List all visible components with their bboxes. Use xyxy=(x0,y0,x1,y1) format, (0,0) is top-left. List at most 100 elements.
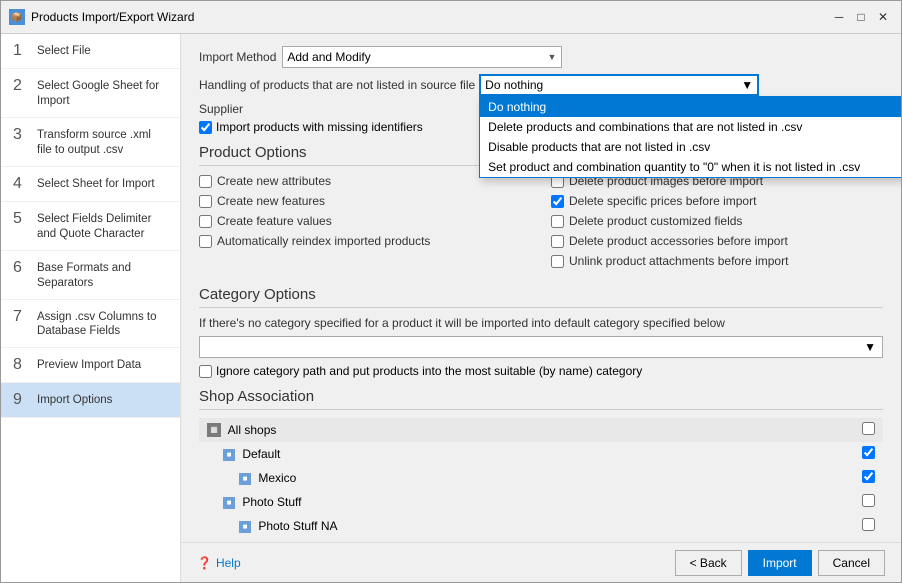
sidebar-item-4[interactable]: 4 Select Sheet for Import xyxy=(1,167,180,202)
shop-row-photo-stuff: ■ Photo Stuff xyxy=(199,490,883,514)
import-method-dropdown-wrap: Add and Modify Add only Modify only xyxy=(282,46,562,68)
unlink-attachments-label: Unlink product attachments before import xyxy=(569,254,788,268)
category-dropdown[interactable]: ▼ xyxy=(199,336,883,358)
option-delete-prices: Delete specific prices before import xyxy=(551,194,883,208)
supplier-label: Supplier xyxy=(199,102,243,116)
create-feature-values-checkbox[interactable] xyxy=(199,215,212,228)
sidebar-num-5: 5 xyxy=(13,210,29,228)
sidebar-label-9: Import Options xyxy=(37,391,112,408)
ignore-category-checkbox[interactable] xyxy=(199,365,212,378)
dropdown-item-delete-combos[interactable]: Delete products and combinations that ar… xyxy=(480,117,901,137)
import-method-select[interactable]: Add and Modify Add only Modify only xyxy=(282,46,562,68)
shop-row-mexico: ■ Mexico xyxy=(199,466,883,490)
shop-table: ▦ All shops ■ Default xyxy=(199,418,883,538)
handling-dropdown-display[interactable]: Do nothing ▼ xyxy=(479,74,759,96)
close-button[interactable]: ✕ xyxy=(873,7,893,27)
handling-value: Do nothing xyxy=(485,78,543,92)
delete-accessories-checkbox[interactable] xyxy=(551,235,564,248)
handling-dropdown-arrow: ▼ xyxy=(741,78,753,92)
product-options-right: Delete product images before import Dele… xyxy=(551,174,883,274)
photo-stuff-na-checkbox[interactable] xyxy=(862,518,875,531)
sidebar-item-6[interactable]: 6Base Formats and Separators xyxy=(1,251,180,300)
shop-all-checkbox-cell xyxy=(853,418,883,442)
shop-row-photo-stuff-na: ■ Photo Stuff NA xyxy=(199,514,883,538)
help-label: Help xyxy=(216,556,241,570)
back-button[interactable]: < Back xyxy=(675,550,742,576)
all-shops-icon: ▦ xyxy=(207,423,221,437)
sidebar-item-8[interactable]: 8 Preview Import Data xyxy=(1,348,180,383)
handling-label: Handling of products that are not listed… xyxy=(199,78,475,92)
option-unlink-attachments: Unlink product attachments before import xyxy=(551,254,883,268)
default-shop-checkbox[interactable] xyxy=(862,446,875,459)
sidebar-label-2: Select Google Sheet for Import xyxy=(37,77,168,109)
help-icon: ❓ xyxy=(197,556,212,570)
import-missing-label: Import products with missing identifiers xyxy=(216,120,423,134)
import-method-row: Import Method Add and Modify Add only Mo… xyxy=(199,46,883,68)
sidebar-label-5: Select Fields Delimiter and Quote Charac… xyxy=(37,210,168,242)
handling-dropdown-list: Do nothing Delete products and combinati… xyxy=(479,96,901,178)
help-link[interactable]: ❓ Help xyxy=(197,556,241,570)
cancel-button[interactable]: Cancel xyxy=(818,550,885,576)
sidebar-item-9[interactable]: 9 Import Options xyxy=(1,383,180,418)
sidebar-item-3[interactable]: 3Transform source .xml file to output .c… xyxy=(1,118,180,167)
shop-default-name: ■ Default xyxy=(199,442,853,466)
sidebar-num-3: 3 xyxy=(13,126,29,144)
sidebar-num-2: 2 xyxy=(13,77,29,95)
create-features-checkbox[interactable] xyxy=(199,195,212,208)
category-description: If there's no category specified for a p… xyxy=(199,316,883,330)
dropdown-item-do-nothing[interactable]: Do nothing xyxy=(480,97,901,117)
shop-photo-na-checkbox-cell xyxy=(853,514,883,538)
reindex-checkbox[interactable] xyxy=(199,235,212,248)
import-missing-checkbox[interactable] xyxy=(199,121,212,134)
maximize-button[interactable]: □ xyxy=(851,7,871,27)
sidebar-item-2[interactable]: 2 Select Google Sheet for Import xyxy=(1,69,180,118)
handling-dropdown-wrap: Do nothing ▼ Do nothing Delete products … xyxy=(479,74,759,96)
mexico-shop-checkbox[interactable] xyxy=(862,470,875,483)
main-area: Import Method Add and Modify Add only Mo… xyxy=(181,34,901,582)
dropdown-item-set-quantity[interactable]: Set product and combination quantity to … xyxy=(480,157,901,177)
option-delete-accessories: Delete product accessories before import xyxy=(551,234,883,248)
footer-buttons: < Back Import Cancel xyxy=(675,550,885,576)
shop-mexico-name: ■ Mexico xyxy=(199,466,853,490)
main-window: 📦 Products Import/Export Wizard ─ □ ✕ 1S… xyxy=(0,0,902,583)
create-features-label: Create new features xyxy=(217,194,325,208)
delete-prices-label: Delete specific prices before import xyxy=(569,194,756,208)
shop-row-default: ■ Default xyxy=(199,442,883,466)
reindex-label: Automatically reindex imported products xyxy=(217,234,430,248)
import-button[interactable]: Import xyxy=(748,550,812,576)
create-attributes-label: Create new attributes xyxy=(217,174,331,188)
ignore-category-row: Ignore category path and put products in… xyxy=(199,364,883,378)
shop-row-all: ▦ All shops xyxy=(199,418,883,442)
photo-stuff-checkbox[interactable] xyxy=(862,494,875,507)
shop-photo-name: ■ Photo Stuff xyxy=(199,490,853,514)
dropdown-item-disable-products[interactable]: Disable products that are not listed in … xyxy=(480,137,901,157)
handling-row: Handling of products that are not listed… xyxy=(199,74,883,96)
shop-mexico-checkbox-cell xyxy=(853,466,883,490)
shop-all-name: ▦ All shops xyxy=(199,418,853,442)
option-reindex: Automatically reindex imported products xyxy=(199,234,531,248)
shop-photo-na-name: ■ Photo Stuff NA xyxy=(199,514,853,538)
sidebar-label-1: Select File xyxy=(37,42,91,59)
default-shop-icon: ■ xyxy=(223,449,235,461)
window-title: Products Import/Export Wizard xyxy=(31,10,194,24)
shop-association-title: Shop Association xyxy=(199,388,883,410)
sidebar-label-4: Select Sheet for Import xyxy=(37,175,155,192)
photo-stuff-icon: ■ xyxy=(223,497,235,509)
sidebar-item-1[interactable]: 1Select File xyxy=(1,34,180,69)
minimize-button[interactable]: ─ xyxy=(829,7,849,27)
create-attributes-checkbox[interactable] xyxy=(199,175,212,188)
delete-customized-checkbox[interactable] xyxy=(551,215,564,228)
delete-prices-checkbox[interactable] xyxy=(551,195,564,208)
sidebar-item-5[interactable]: 5 Select Fields Delimiter and Quote Chara… xyxy=(1,202,180,251)
sidebar-num-8: 8 xyxy=(13,356,29,374)
sidebar-item-7[interactable]: 7Assign .csv Columns to Database Fields xyxy=(1,300,180,349)
option-create-feature-values: Create feature values xyxy=(199,214,531,228)
sidebar-label-8: Preview Import Data xyxy=(37,356,141,373)
unlink-attachments-checkbox[interactable] xyxy=(551,255,564,268)
shop-default-checkbox-cell xyxy=(853,442,883,466)
import-method-label: Import Method xyxy=(199,50,276,64)
all-shops-checkbox[interactable] xyxy=(862,422,875,435)
ignore-category-label: Ignore category path and put products in… xyxy=(216,364,642,378)
sidebar-num-9: 9 xyxy=(13,391,29,409)
sidebar-num-4: 4 xyxy=(13,175,29,193)
